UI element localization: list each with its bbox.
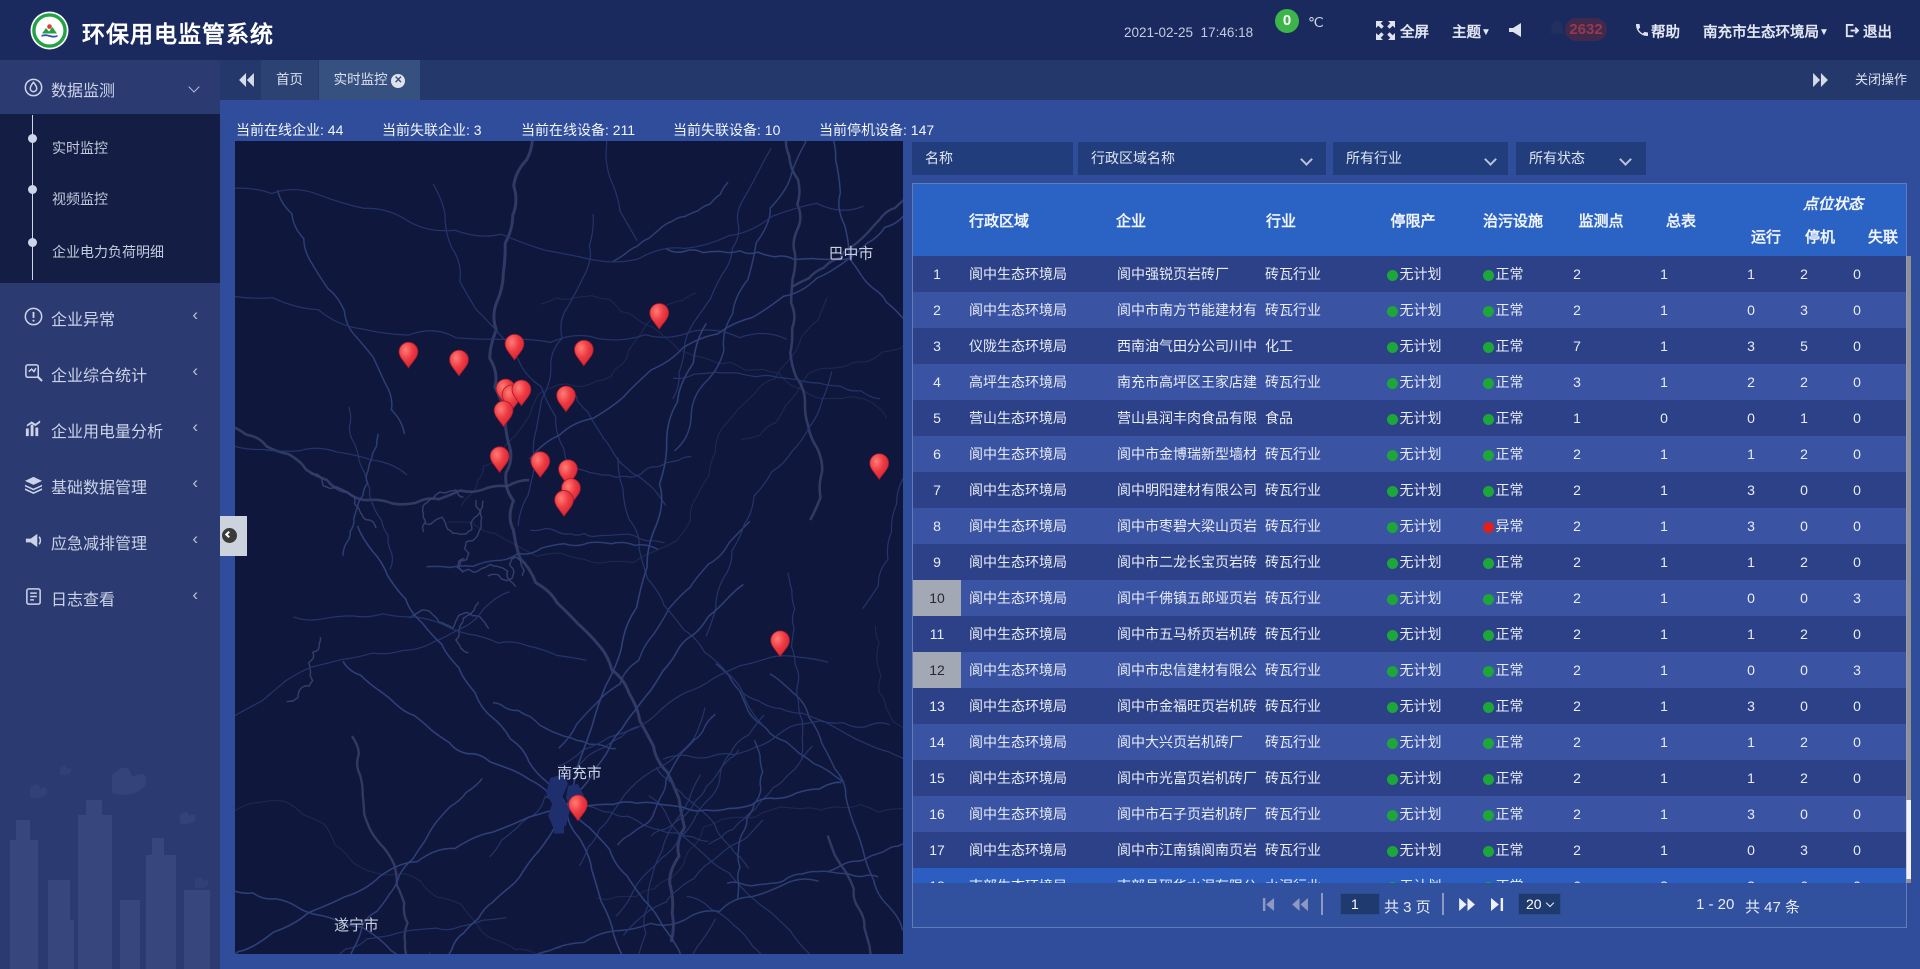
svg-text:巴中市: 巴中市 [829, 245, 874, 262]
svg-text:南充市: 南充市 [557, 765, 602, 782]
svg-text:遂宁市: 遂宁市 [334, 917, 379, 934]
